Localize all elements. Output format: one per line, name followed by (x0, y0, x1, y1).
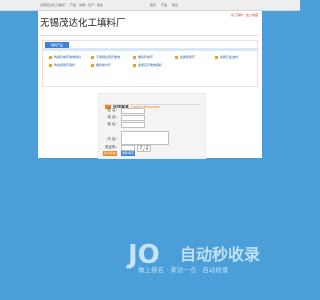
product-label: 金属花环散堆填料 (138, 63, 163, 67)
phone-input[interactable] (121, 115, 145, 121)
product-label: 瓷质孔板波纹 (220, 55, 239, 59)
bullet-icon (49, 55, 52, 59)
address-label: 地 址： (107, 122, 119, 126)
bullet-icon (133, 55, 136, 59)
product-category-box: 填料产品 陶瓷阶梯环散堆填料 不锈钢拉西环散堆 塑料阶梯环 金属矩鞍环 瓷质孔板… (42, 40, 258, 87)
product-link[interactable]: 陶瓷矩鞍环填料 (49, 63, 75, 67)
product-label: 陶瓷矩鞍环填料 (54, 63, 76, 67)
product-link[interactable]: 塑料阶梯环 (133, 55, 153, 59)
product-label: 金属矩鞍环 (180, 55, 196, 59)
bullet-icon (49, 63, 52, 67)
site-title: 无锡茂达化工填料厂 (40, 18, 126, 29)
name-label: 姓 名： (107, 108, 119, 112)
page-content: 无锡茂达化工填料厂 化工填料 · 加入收藏 填料产品 陶瓷阶梯环散堆填料 不锈钢… (38, 11, 262, 159)
product-link[interactable]: 陶瓷阶梯环散堆填料 (49, 55, 81, 59)
top-bar-links: 首页 产品 联系 (150, 3, 182, 7)
bullet-icon (91, 63, 94, 67)
product-link[interactable]: 金属花环散堆填料 (133, 63, 162, 67)
product-label: 塑料阶梯环 (138, 55, 154, 59)
category-band (43, 48, 257, 51)
top-link-contact[interactable]: 联系 (172, 3, 178, 7)
top-link-products[interactable]: 产品 (161, 3, 167, 7)
captcha-image[interactable]: 7 j 8 (137, 145, 151, 152)
product-label: 陶瓷阶梯环散堆填料 (54, 55, 82, 59)
submit-button[interactable]: 提交留言 (103, 151, 117, 156)
name-input[interactable] (121, 108, 145, 114)
captcha-label: 验证码： (105, 145, 119, 149)
watermark-subtitle: 做上排名 · 来访一点 · 自动收录 (138, 266, 229, 274)
product-label: 不锈钢拉西环散堆 (96, 55, 121, 59)
content-label: 内 容： (107, 137, 119, 141)
message-form: 在线留言 Online Messages 姓 名： 电 话： 地 址： 内 容： … (98, 93, 206, 159)
product-link[interactable]: 塑料鲍尔环 (91, 63, 111, 67)
header-links[interactable]: 化工填料 · 加入收藏 (231, 13, 258, 17)
phone-label: 电 话： (107, 115, 119, 119)
bullet-icon (133, 63, 136, 67)
form-divider (103, 104, 201, 105)
product-link[interactable]: 不锈钢拉西环散堆 (91, 55, 120, 59)
top-bar-nav-text[interactable]: 无锡茂达化工填料厂 - 产品 - 说明 - 生产 - 联系 (40, 3, 103, 7)
address-input[interactable] (121, 122, 145, 128)
product-label: 塑料鲍尔环 (96, 63, 112, 67)
header-divider (40, 35, 258, 36)
bullet-icon (175, 55, 178, 59)
reset-button[interactable]: 重新填写 (121, 151, 135, 156)
product-link[interactable]: 瓷质孔板波纹 (215, 55, 238, 59)
watermark-title: 自动秒收录 (180, 245, 261, 264)
bullet-icon (215, 55, 218, 59)
product-link[interactable]: 金属矩鞍环 (175, 55, 195, 59)
top-bar: 无锡茂达化工填料厂 - 产品 - 说明 - 生产 - 联系 首页 产品 联系 (0, 0, 300, 11)
bullet-icon (91, 55, 94, 59)
watermark: JO 自动秒收录 做上排名 · 来访一点 · 自动收录 (128, 238, 288, 280)
content-textarea[interactable] (121, 131, 169, 145)
top-link-home[interactable]: 首页 (150, 3, 156, 7)
